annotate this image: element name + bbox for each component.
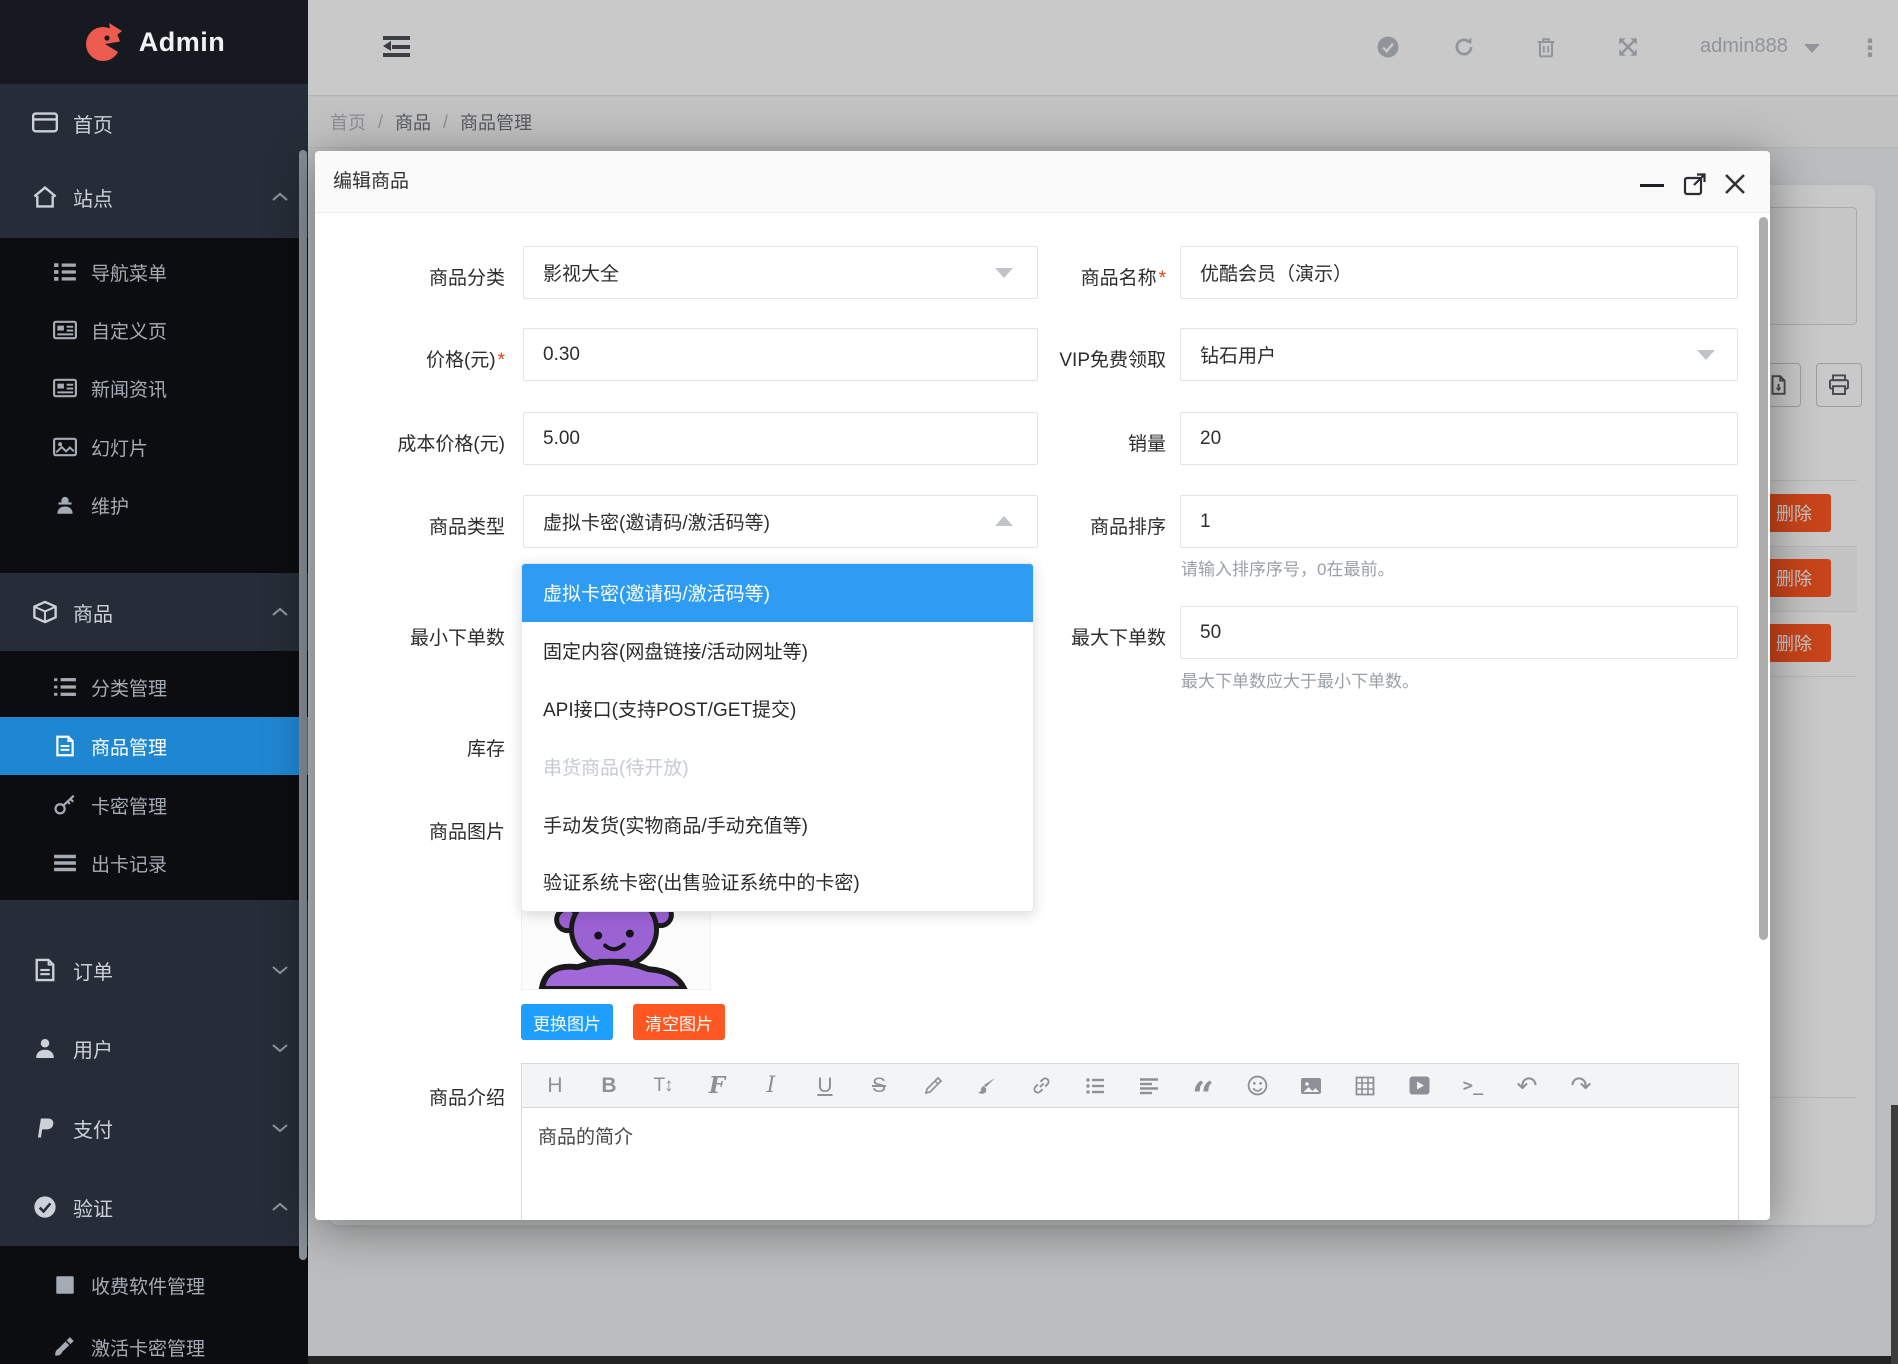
edit-product-dialog: 编辑商品 商品分类 影视大全 价格(元)* 0.30 成本价格(元) 5.00 … <box>315 151 1770 1220</box>
category-label: 商品分类 <box>315 263 505 290</box>
price-input[interactable]: 0.30 <box>523 328 1038 381</box>
price-label: 价格(元)* <box>315 345 505 372</box>
editor-toolbar: H B T↕ F I U S “ >_ ↶ ↷ <box>522 1064 1738 1108</box>
sort-label: 商品排序 <box>966 512 1166 539</box>
app-root: admin888 ⋮ 首页 / 商品 / 商品管理 删除 删除 删除 <box>0 0 1898 1364</box>
sidebar-item-custom-page[interactable]: 自定义页 <box>0 301 308 359</box>
sidebar: Admin 首页 站点 导航菜单 自定义页 新闻资讯 <box>0 0 308 1364</box>
replace-image-button[interactable]: 更换图片 <box>521 1004 613 1040</box>
strikethrough-icon[interactable]: S <box>852 1064 906 1108</box>
sort-helper-text: 请输入排序序号，0在最前。 <box>1181 555 1394 580</box>
sidebar-scrollbar[interactable] <box>299 150 307 1260</box>
logo-icon <box>83 21 125 63</box>
sidebar-item-news[interactable]: 新闻资讯 <box>0 359 308 417</box>
video-icon[interactable] <box>1392 1064 1446 1108</box>
sidebar-item-payment[interactable]: 支付 <box>0 1089 308 1167</box>
sort-input[interactable]: 1 <box>1180 495 1738 548</box>
min-order-label: 最小下单数 <box>315 623 505 650</box>
sidebar-item-slides[interactable]: 幻灯片 <box>0 418 308 476</box>
sidebar-item-home[interactable]: 首页 <box>0 84 308 162</box>
font-size-icon[interactable]: T↕ <box>636 1064 690 1108</box>
dropdown-option-selected[interactable]: 虚拟卡密(邀请码/激活码等) <box>522 564 1033 622</box>
chevron-up-icon <box>272 1202 288 1212</box>
product-type-select[interactable]: 虚拟卡密(邀请码/激活码等) <box>523 495 1038 548</box>
category-select[interactable]: 影视大全 <box>523 246 1038 299</box>
dropdown-option[interactable]: 手动发货(实物商品/手动充值等) <box>522 795 1033 853</box>
chevron-down-icon <box>272 965 288 975</box>
close-icon[interactable] <box>1721 170 1749 198</box>
unordered-list-icon[interactable] <box>1068 1064 1122 1108</box>
chevron-down-icon <box>1697 350 1715 360</box>
logo-text: Admin <box>139 27 226 58</box>
minimize-icon[interactable] <box>1640 184 1664 187</box>
image-icon[interactable] <box>1284 1064 1338 1108</box>
vip-free-label: VIP免费领取 <box>966 345 1166 372</box>
product-type-label: 商品类型 <box>315 512 505 539</box>
dropdown-option-disabled: 串货商品(待开放) <box>522 737 1033 795</box>
font-family-icon[interactable]: F <box>690 1064 744 1108</box>
name-label: 商品名称* <box>966 263 1166 290</box>
dropdown-option[interactable]: 固定内容(网盘链接/活动网址等) <box>522 622 1033 680</box>
bold-icon[interactable]: B <box>582 1064 636 1108</box>
name-input[interactable]: 优酷会员（演示） <box>1180 246 1738 299</box>
dialog-scrollbar[interactable] <box>1759 217 1768 940</box>
vip-free-select[interactable]: 钻石用户 <box>1180 328 1738 381</box>
sidebar-item-card-key-mgmt[interactable]: 卡密管理 <box>0 776 308 834</box>
sidebar-item-users[interactable]: 用户 <box>0 1009 308 1087</box>
product-image-label: 商品图片 <box>315 817 505 844</box>
sidebar-item-card-records[interactable]: 出卡记录 <box>0 834 308 892</box>
code-icon[interactable]: >_ <box>1446 1064 1500 1108</box>
sidebar-item-nav-menu[interactable]: 导航菜单 <box>0 243 308 301</box>
sidebar-item-paid-software-mgmt[interactable]: 收费软件管理 <box>0 1256 308 1314</box>
heading-icon[interactable]: H <box>528 1064 582 1108</box>
stock-label: 库存 <box>315 734 505 761</box>
chevron-down-icon <box>272 1123 288 1133</box>
sidebar-item-product-mgmt[interactable]: 商品管理 <box>0 717 308 775</box>
sidebar-item-maintenance[interactable]: 维护 <box>0 476 308 534</box>
sidebar-item-verification[interactable]: 验证 <box>0 1168 308 1246</box>
rich-text-editor: H B T↕ F I U S “ >_ ↶ ↷ 商品 <box>521 1063 1739 1220</box>
clear-image-button[interactable]: 清空图片 <box>633 1004 725 1040</box>
dropdown-option[interactable]: 验证系统卡密(出售验证系统中的卡密) <box>522 853 1033 911</box>
emoji-icon[interactable] <box>1230 1064 1284 1108</box>
dropdown-option[interactable]: API接口(支持POST/GET提交) <box>522 680 1033 738</box>
dialog-title: 编辑商品 <box>333 151 409 213</box>
cost-price-input[interactable]: 5.00 <box>523 412 1038 465</box>
table-icon[interactable] <box>1338 1064 1392 1108</box>
sidebar-item-site[interactable]: 站点 <box>0 158 308 236</box>
sidebar-item-activation-key-mgmt[interactable]: 激活卡密管理 <box>0 1318 308 1364</box>
blockquote-icon[interactable]: “ <box>1176 1064 1230 1108</box>
product-type-dropdown: 虚拟卡密(邀请码/激活码等) 固定内容(网盘链接/活动网址等) API接口(支持… <box>521 563 1034 912</box>
align-icon[interactable] <box>1122 1064 1176 1108</box>
chevron-down-icon <box>272 1043 288 1053</box>
chevron-up-icon <box>272 192 288 202</box>
description-textarea[interactable]: 商品的简介 <box>522 1108 1738 1220</box>
pen-icon[interactable] <box>906 1064 960 1108</box>
dialog-titlebar: 编辑商品 <box>315 151 1770 213</box>
undo-icon[interactable]: ↶ <box>1500 1064 1554 1108</box>
sales-label: 销量 <box>966 429 1166 456</box>
brush-icon[interactable] <box>960 1064 1014 1108</box>
app-logo[interactable]: Admin <box>0 0 308 84</box>
redo-icon[interactable]: ↷ <box>1554 1064 1608 1108</box>
italic-icon[interactable]: I <box>744 1064 798 1108</box>
underline-icon[interactable]: U <box>798 1064 852 1108</box>
sidebar-item-category-mgmt[interactable]: 分类管理 <box>0 658 308 716</box>
description-label: 商品介绍 <box>315 1083 505 1110</box>
link-icon[interactable] <box>1014 1064 1068 1108</box>
cost-price-label: 成本价格(元) <box>315 429 505 456</box>
max-order-helper-text: 最大下单数应大于最小下单数。 <box>1181 667 1419 692</box>
maximize-icon[interactable] <box>1682 171 1708 197</box>
max-order-input[interactable]: 50 <box>1180 606 1738 659</box>
sidebar-item-orders[interactable]: 订单 <box>0 931 308 1009</box>
chevron-up-icon <box>272 607 288 617</box>
sidebar-item-product[interactable]: 商品 <box>0 573 308 651</box>
sales-input[interactable]: 20 <box>1180 412 1738 465</box>
